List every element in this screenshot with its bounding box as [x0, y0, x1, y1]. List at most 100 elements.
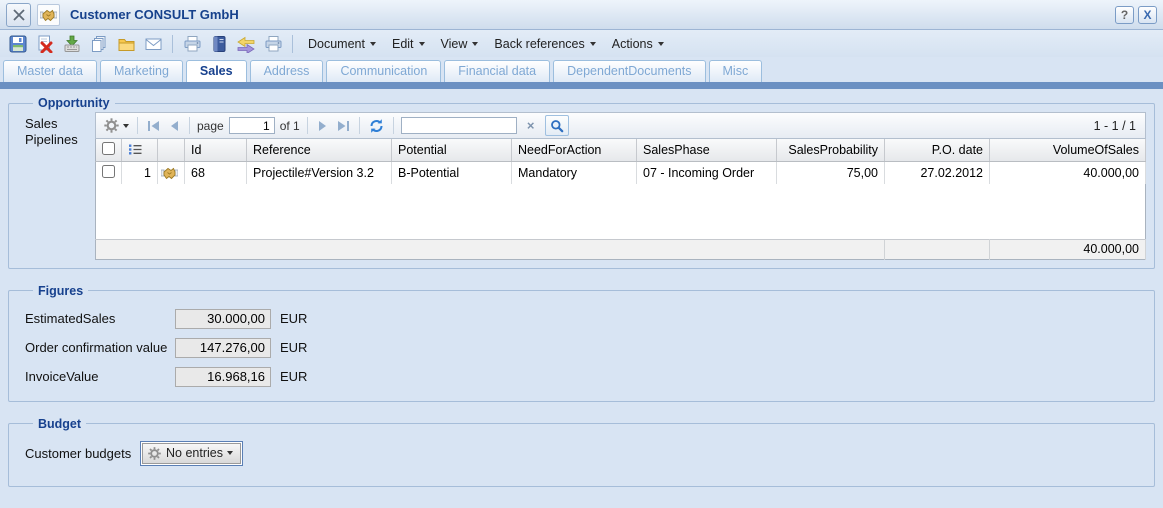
help-button[interactable]: ?	[1115, 6, 1134, 24]
col-header-needforaction[interactable]: NeedForAction	[512, 139, 637, 161]
next-page-button[interactable]	[315, 118, 330, 134]
budget-section: Budget Customer budgets	[8, 417, 1155, 487]
chevron-down-icon	[590, 42, 596, 46]
menu-actions[interactable]: Actions	[612, 37, 664, 51]
row-checkbox[interactable]	[102, 165, 115, 178]
customer-budgets-label: Customer budgets	[25, 446, 140, 461]
search-icon	[550, 119, 564, 133]
figures-legend: Figures	[33, 284, 88, 298]
col-header-salesprobability[interactable]: SalesProbability	[777, 139, 885, 161]
tab-communication[interactable]: Communication	[326, 60, 441, 82]
table-footer-row: 40.000,00	[96, 239, 1146, 259]
grid-toolbar-separator	[189, 117, 190, 134]
col-header-potential[interactable]: Potential	[392, 139, 512, 161]
transfer-arrows-icon[interactable]	[236, 34, 256, 54]
tab-master-data[interactable]: Master data	[3, 60, 97, 82]
last-page-button[interactable]	[335, 118, 352, 134]
menu-view[interactable]: View	[441, 37, 479, 51]
print-preview-icon[interactable]	[263, 34, 283, 54]
toolbar-separator	[172, 35, 173, 53]
title-bar: Customer CONSULT GmbH ? X	[0, 0, 1163, 30]
handshake-icon	[40, 8, 57, 22]
budget-legend: Budget	[33, 417, 86, 431]
grid-toolbar: page of 1	[95, 112, 1146, 139]
table-row[interactable]: 1	[96, 161, 1146, 184]
order-confirmation-currency: EUR	[280, 340, 307, 355]
menu-actions-label: Actions	[612, 37, 653, 51]
tab-misc[interactable]: Misc	[709, 60, 763, 82]
col-header-id[interactable]: Id	[185, 139, 247, 161]
close-x-icon	[11, 7, 27, 23]
menu-view-label: View	[441, 37, 468, 51]
print-icon[interactable]	[182, 34, 202, 54]
row-icon-header	[158, 139, 185, 161]
col-header-po-date[interactable]: P.O. date	[885, 139, 990, 161]
estimated-sales-label: EstimatedSales	[25, 311, 175, 326]
grid-settings-gear-button[interactable]	[102, 116, 130, 135]
cell-salesprobability: 75,00	[777, 161, 885, 184]
invoice-value-label: InvoiceValue	[25, 369, 175, 384]
page-number-input[interactable]	[229, 117, 275, 134]
table-header-row: Id Reference Potential NeedForAction Sal…	[96, 139, 1146, 161]
tab-financial-data[interactable]: Financial data	[444, 60, 550, 82]
cell-salesphase: 07 - Incoming Order	[637, 161, 777, 184]
search-button[interactable]	[545, 115, 569, 136]
grid-toolbar-separator	[393, 117, 394, 134]
first-page-button[interactable]	[145, 118, 162, 134]
col-header-salesphase[interactable]: SalesPhase	[637, 139, 777, 161]
page-label: page	[197, 119, 224, 133]
invoice-value-currency: EUR	[280, 369, 307, 384]
handshake-icon[interactable]	[161, 166, 181, 180]
menu-back-references[interactable]: Back references	[494, 37, 595, 51]
menu-document[interactable]: Document	[308, 37, 376, 51]
refresh-button[interactable]	[367, 117, 386, 135]
gear-icon	[103, 117, 120, 134]
window-close-left-button[interactable]	[6, 3, 31, 27]
row-number-cell: 1	[122, 161, 158, 184]
chevron-down-icon	[419, 42, 425, 46]
prev-page-button[interactable]	[167, 118, 182, 134]
row-range-label: 1 - 1 / 1	[1094, 119, 1139, 133]
grid-toolbar-separator	[137, 117, 138, 134]
order-confirmation-value-field[interactable]	[175, 338, 271, 358]
copy-icon[interactable]	[89, 34, 109, 54]
invoice-value-field[interactable]	[175, 367, 271, 387]
estimated-sales-currency: EUR	[280, 311, 307, 326]
refresh-icon	[368, 118, 385, 134]
cell-volumeofsales: 40.000,00	[990, 161, 1146, 184]
customer-budgets-dropdown-wrap: No entries	[140, 441, 243, 466]
grid-toolbar-separator	[359, 117, 360, 134]
menu-edit[interactable]: Edit	[392, 37, 425, 51]
report-book-icon[interactable]	[209, 34, 229, 54]
paste-insert-icon[interactable]	[62, 34, 82, 54]
clear-search-button[interactable]: ×	[522, 117, 540, 135]
folder-icon[interactable]	[116, 34, 136, 54]
footer-total-volumeofsales: 40.000,00	[990, 239, 1146, 259]
search-input[interactable]	[401, 117, 517, 134]
menu-edit-label: Edit	[392, 37, 414, 51]
toolbar-separator	[292, 35, 293, 53]
chevron-down-icon	[123, 124, 129, 128]
row-number-header[interactable]	[122, 139, 158, 161]
cell-id: 68	[185, 161, 247, 184]
save-icon[interactable]	[8, 34, 28, 54]
gear-icon	[147, 446, 162, 461]
select-all-checkbox[interactable]	[102, 142, 115, 155]
delete-document-icon[interactable]	[35, 34, 55, 54]
window-title: Customer CONSULT GmbH	[70, 7, 1109, 22]
sales-pipelines-table: Id Reference Potential NeedForAction Sal…	[95, 139, 1146, 260]
estimated-sales-field[interactable]	[175, 309, 271, 329]
cell-po-date: 27.02.2012	[885, 161, 990, 184]
tab-marketing[interactable]: Marketing	[100, 60, 183, 82]
tab-sales[interactable]: Sales	[186, 60, 247, 82]
chevron-down-icon	[658, 42, 664, 46]
close-button[interactable]: X	[1138, 6, 1157, 24]
tab-dependent-documents[interactable]: DependentDocuments	[553, 60, 705, 82]
customer-budgets-dropdown-button[interactable]: No entries	[142, 443, 241, 464]
chevron-down-icon	[370, 42, 376, 46]
col-header-volumeofsales[interactable]: VolumeOfSales	[990, 139, 1146, 161]
col-header-reference[interactable]: Reference	[247, 139, 392, 161]
tab-address[interactable]: Address	[250, 60, 324, 82]
mail-icon[interactable]	[143, 34, 163, 54]
cell-needforaction: Mandatory	[512, 161, 637, 184]
